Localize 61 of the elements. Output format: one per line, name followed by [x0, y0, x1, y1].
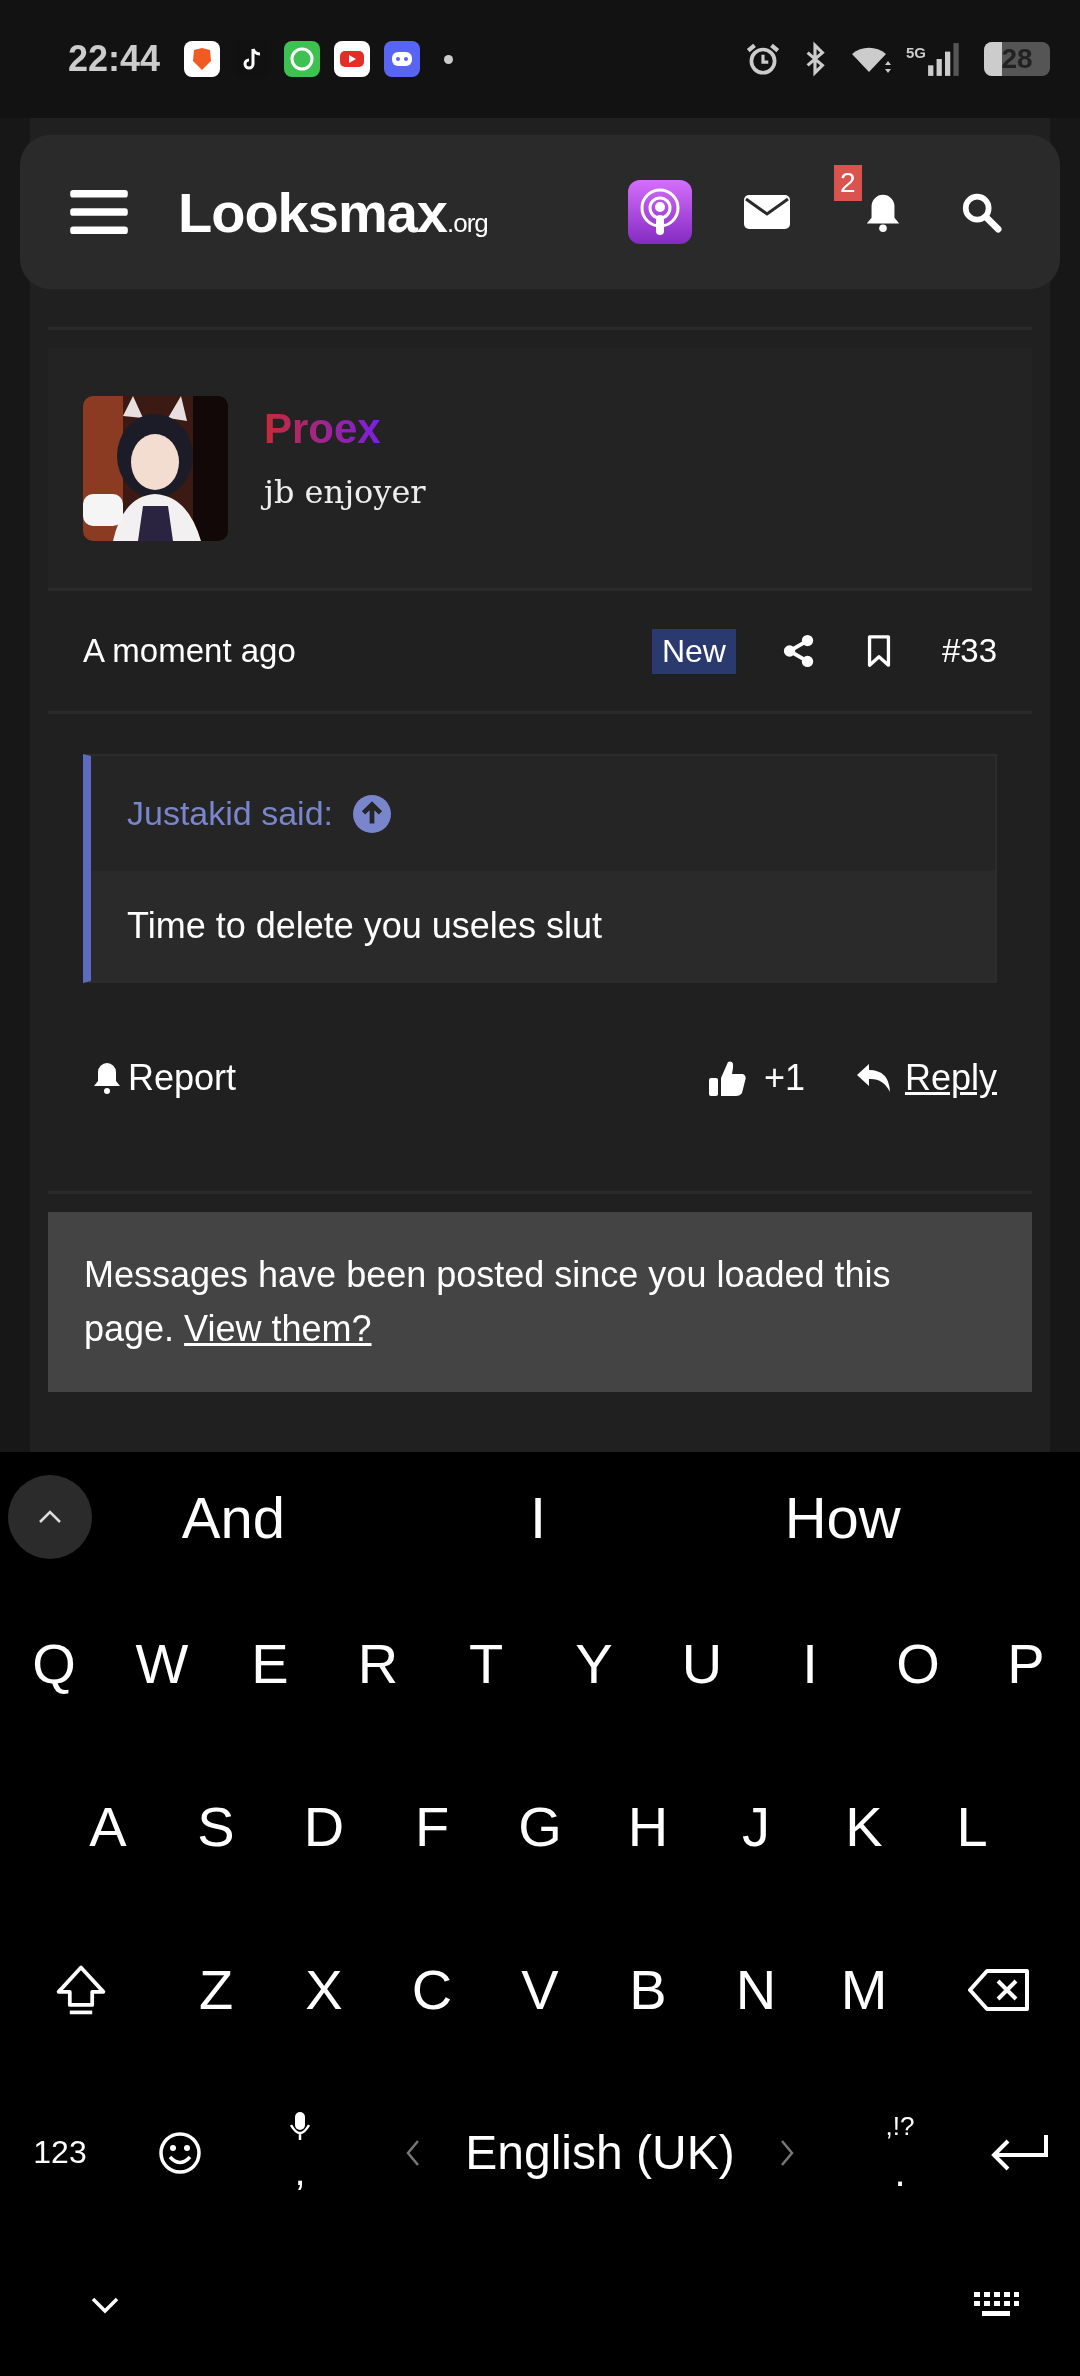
letter-key[interactable]: G	[486, 1756, 594, 1897]
letter-key[interactable]: D	[270, 1756, 378, 1897]
post-number-link[interactable]: #33	[941, 632, 997, 670]
letter-key[interactable]: H	[594, 1756, 702, 1897]
chevron-up-icon	[37, 1510, 63, 1524]
like-button[interactable]: +1	[707, 1057, 805, 1099]
letter-key[interactable]: J	[702, 1756, 810, 1897]
letter-key[interactable]: F	[378, 1756, 486, 1897]
microphone-icon	[290, 2111, 310, 2141]
punctuation-key[interactable]: ,!? .	[840, 2082, 960, 2223]
network-type: 5G	[906, 44, 926, 61]
notice-text: Messages have been posted since you loaded this page. View them?	[84, 1254, 891, 1349]
letter-key[interactable]: I	[756, 1593, 864, 1734]
arrow-up-circle-icon[interactable]	[353, 794, 391, 833]
letter-key[interactable]: W	[108, 1593, 216, 1734]
bell-icon	[92, 1061, 122, 1095]
letter-key[interactable]: E	[216, 1593, 324, 1734]
chevron-right-icon	[778, 2138, 795, 2167]
letter-key[interactable]: X	[270, 1919, 378, 2060]
letter-key[interactable]: U	[648, 1593, 756, 1734]
podcast-icon[interactable]	[628, 180, 692, 244]
quote-text: Time to delete you useles slut	[91, 871, 995, 981]
letter-key[interactable]: P	[972, 1593, 1080, 1734]
word-suggestion[interactable]: And	[181, 1483, 285, 1551]
site-logo[interactable]: Looksmax.org	[178, 179, 488, 245]
letter-key[interactable]: L	[918, 1756, 1026, 1897]
letter-key[interactable]: Z	[162, 1919, 270, 2060]
reply-button[interactable]: Reply	[854, 1057, 997, 1099]
new-badge: New	[651, 628, 736, 674]
report-button[interactable]: Report	[92, 1057, 237, 1099]
word-suggestion[interactable]: How	[784, 1483, 901, 1551]
letter-key[interactable]: V	[486, 1919, 594, 2060]
menu-icon[interactable]	[70, 188, 128, 236]
view-them-link[interactable]: View them?	[184, 1308, 372, 1349]
smiley-icon	[158, 2130, 202, 2175]
letter-key[interactable]: O	[864, 1593, 972, 1734]
letter-key[interactable]: S	[162, 1756, 270, 1897]
play-app-icon	[334, 41, 371, 77]
quote-author-link[interactable]: Justakid said:	[127, 794, 333, 833]
space-bar[interactable]: English (UK)	[360, 2082, 840, 2223]
letter-key[interactable]: Q	[0, 1593, 108, 1734]
letter-key[interactable]: Y	[540, 1593, 648, 1734]
post-time[interactable]: A moment ago	[83, 632, 296, 670]
letter-key[interactable]: T	[432, 1593, 540, 1734]
letter-key[interactable]: M	[810, 1919, 918, 2060]
notification-count: 2	[834, 165, 862, 201]
letter-key[interactable]: N	[702, 1919, 810, 2060]
more-notifications-icon	[444, 54, 454, 64]
comma-key[interactable]: ,	[240, 2082, 360, 2223]
letter-key[interactable]: K	[810, 1756, 918, 1897]
letter-key[interactable]: B	[594, 1919, 702, 2060]
letter-key[interactable]: C	[378, 1919, 486, 2060]
word-suggestion[interactable]: I	[529, 1483, 547, 1551]
letter-key[interactable]: A	[54, 1756, 162, 1897]
clock-time: 22:44	[68, 38, 161, 80]
hide-keyboard-icon[interactable]	[90, 2296, 120, 2314]
chevron-left-icon	[405, 2138, 422, 2167]
numbers-key[interactable]: 123	[0, 2082, 120, 2223]
game-controller-app-icon	[384, 41, 421, 77]
share-icon[interactable]	[781, 634, 816, 668]
letter-key[interactable]: R	[324, 1593, 432, 1734]
